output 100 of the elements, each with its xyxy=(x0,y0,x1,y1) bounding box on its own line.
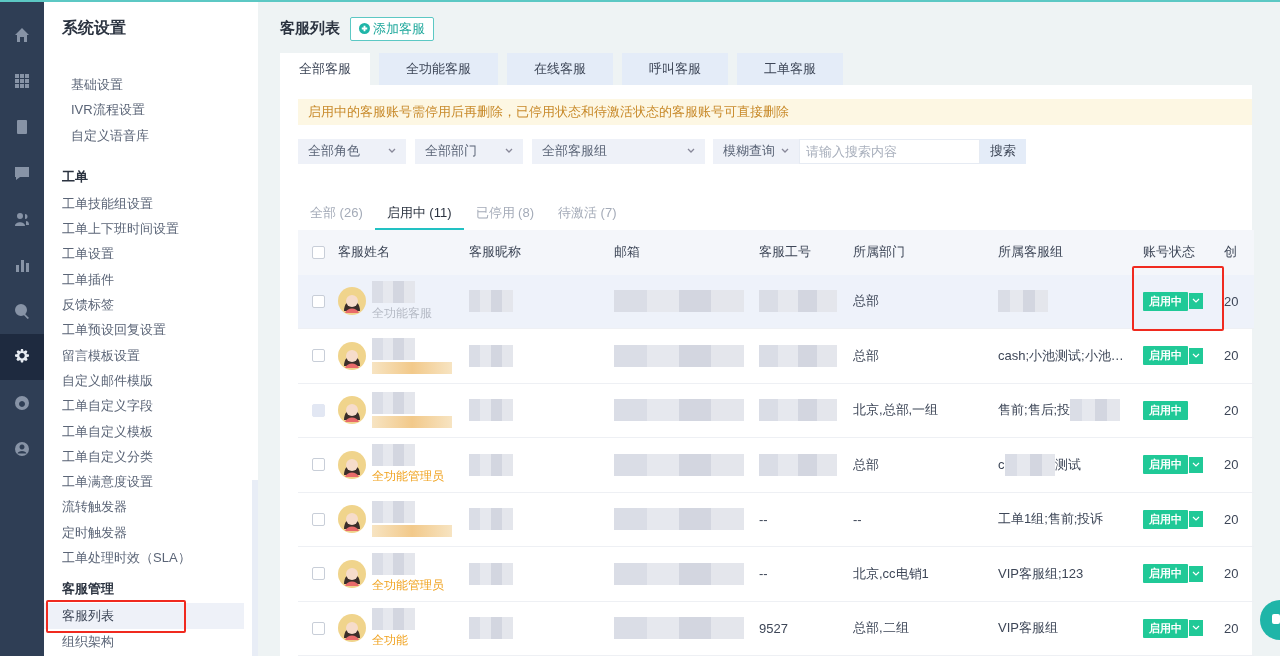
sidebar-item[interactable]: 留言模板设置 xyxy=(44,342,244,368)
table-cell: c xyxy=(998,457,1005,473)
sidebar-item[interactable]: 组织架构 xyxy=(44,628,244,654)
column-header: 客服昵称 xyxy=(469,243,521,261)
home-icon[interactable] xyxy=(14,27,30,43)
sidebar-item[interactable]: 工单自定义分类 xyxy=(44,443,244,470)
column-header: 所属客服组 xyxy=(998,243,1063,261)
table-cell: -- xyxy=(853,511,862,527)
table-cell: VIP客服组;123 xyxy=(998,564,1084,583)
status-dropdown-button[interactable] xyxy=(1189,293,1203,310)
status-badge: 启用中 xyxy=(1143,400,1188,420)
sidebar-item[interactable]: 流转触发器 xyxy=(44,494,244,520)
redacted-block xyxy=(469,508,513,531)
status-badge: 启用中 xyxy=(1143,455,1188,475)
camera-icon[interactable] xyxy=(14,395,30,411)
caret-icon xyxy=(781,148,789,154)
sidebar-item[interactable]: 工单处理时效（SLA） xyxy=(44,545,244,571)
checkbox[interactable] xyxy=(311,294,325,308)
avatar-icon xyxy=(338,396,366,425)
redacted-block xyxy=(1004,453,1055,476)
caret-icon xyxy=(1192,570,1200,577)
table-cell: 20 xyxy=(1224,348,1239,364)
avatar-icon xyxy=(338,559,366,588)
filter-dropdown[interactable]: 全部客服组 xyxy=(532,138,705,164)
sidebar-item[interactable]: 工单自定义模板 xyxy=(44,418,244,444)
table-cell: cash;小池测试;小池… xyxy=(998,346,1124,365)
checkbox[interactable] xyxy=(311,349,325,363)
sidebar-item[interactable]: 反馈标签 xyxy=(44,292,244,318)
chat-bubble-icon[interactable] xyxy=(1260,600,1280,640)
status-dropdown-button[interactable] xyxy=(1189,347,1203,364)
sidebar-item[interactable]: 工单技能组设置 xyxy=(44,190,244,217)
tab[interactable]: 工单客服 xyxy=(737,52,843,85)
role-label: 全功能 xyxy=(372,631,409,649)
status-badge: 启用中 xyxy=(1143,291,1188,311)
checkbox[interactable] xyxy=(311,621,325,635)
avatar-icon xyxy=(338,614,366,643)
status-dropdown-button[interactable] xyxy=(1189,565,1203,582)
status-dropdown-button[interactable] xyxy=(1189,511,1203,528)
chart-icon[interactable] xyxy=(14,257,30,273)
redacted-block xyxy=(998,290,1048,313)
grid-icon[interactable] xyxy=(14,73,30,89)
person-icon[interactable] xyxy=(14,441,30,457)
settings-icon[interactable] xyxy=(14,349,30,365)
table-cell: 20 xyxy=(1224,620,1239,636)
search-mode-dropdown[interactable]: 模糊查询 xyxy=(713,138,799,164)
table-cell: 北京,cc电销1 xyxy=(853,564,929,583)
tab[interactable]: 全功能客服 xyxy=(379,52,498,85)
redacted-block xyxy=(469,562,513,585)
status-badge: 启用中 xyxy=(1143,346,1188,366)
column-header: 创 xyxy=(1224,243,1237,261)
tab[interactable]: 在线客服 xyxy=(507,52,613,85)
sidebar-item[interactable]: 工单预设回复设置 xyxy=(44,317,244,343)
status-dropdown-button[interactable] xyxy=(1189,456,1203,473)
redacted-block xyxy=(372,607,415,630)
caret-icon xyxy=(1192,516,1200,523)
sidebar-item[interactable]: 工单上下班时间设置 xyxy=(44,216,244,242)
sidebar-item[interactable]: 工单满意度设置 xyxy=(44,469,244,495)
status-badge: 启用中 xyxy=(1143,618,1188,638)
plus-icon xyxy=(359,23,370,35)
table-cell: 总部,二组 xyxy=(853,619,909,638)
search-field[interactable]: 请输入搜索内容 xyxy=(799,138,980,164)
checkbox[interactable] xyxy=(311,245,325,259)
avatar-icon xyxy=(338,287,366,316)
caret-icon xyxy=(1192,352,1200,359)
search-button[interactable]: 搜索 xyxy=(980,138,1026,164)
redacted-block xyxy=(372,553,415,576)
sidebar-item[interactable]: IVR流程设置 xyxy=(44,97,244,123)
tab[interactable]: 呼叫客服 xyxy=(622,52,728,85)
table-cell: 20 xyxy=(1224,293,1239,309)
table-cell: 20 xyxy=(1224,566,1239,582)
filter-dropdown[interactable]: 全部部门 xyxy=(415,138,523,164)
sidebar-title: 系统设置 xyxy=(61,18,127,38)
table-cell: 工单1组;售前;投诉 xyxy=(998,510,1104,529)
tab[interactable]: 全部客服 xyxy=(280,52,370,85)
checkbox[interactable] xyxy=(311,567,325,581)
table-cell: 售前;售后;投 xyxy=(998,401,1071,420)
sidebar-item[interactable]: 工单设置 xyxy=(44,241,244,267)
sidebar-item[interactable]: 定时触发器 xyxy=(44,519,244,546)
sidebar-item[interactable]: 自定义邮件模版 xyxy=(44,367,244,394)
book-icon[interactable] xyxy=(14,119,30,135)
search-icon[interactable] xyxy=(14,303,30,319)
redacted-block xyxy=(469,453,513,476)
table-cell: 20 xyxy=(1224,457,1239,473)
sidebar-item[interactable]: 自定义语音库 xyxy=(44,122,244,148)
avatar-icon xyxy=(338,450,366,479)
caret-icon xyxy=(1192,625,1200,632)
checkbox[interactable] xyxy=(311,458,325,472)
chat-icon[interactable] xyxy=(14,165,30,181)
sidebar-item[interactable]: 工单插件 xyxy=(44,266,244,293)
sidebar-item[interactable]: 工单自定义字段 xyxy=(44,393,244,419)
checkbox[interactable] xyxy=(311,512,325,526)
table-cell: 总部 xyxy=(853,455,879,474)
caret-icon xyxy=(1192,461,1200,468)
role-label: 全功能管理员 xyxy=(372,468,444,486)
filter-dropdown[interactable]: 全部角色 xyxy=(298,138,406,164)
status-badge: 启用中 xyxy=(1143,564,1188,584)
sidebar-item[interactable]: 基础设置 xyxy=(44,72,244,98)
table-cell: VIP客服组 xyxy=(998,619,1058,638)
status-dropdown-button[interactable] xyxy=(1189,620,1203,637)
users-icon[interactable] xyxy=(14,211,30,227)
